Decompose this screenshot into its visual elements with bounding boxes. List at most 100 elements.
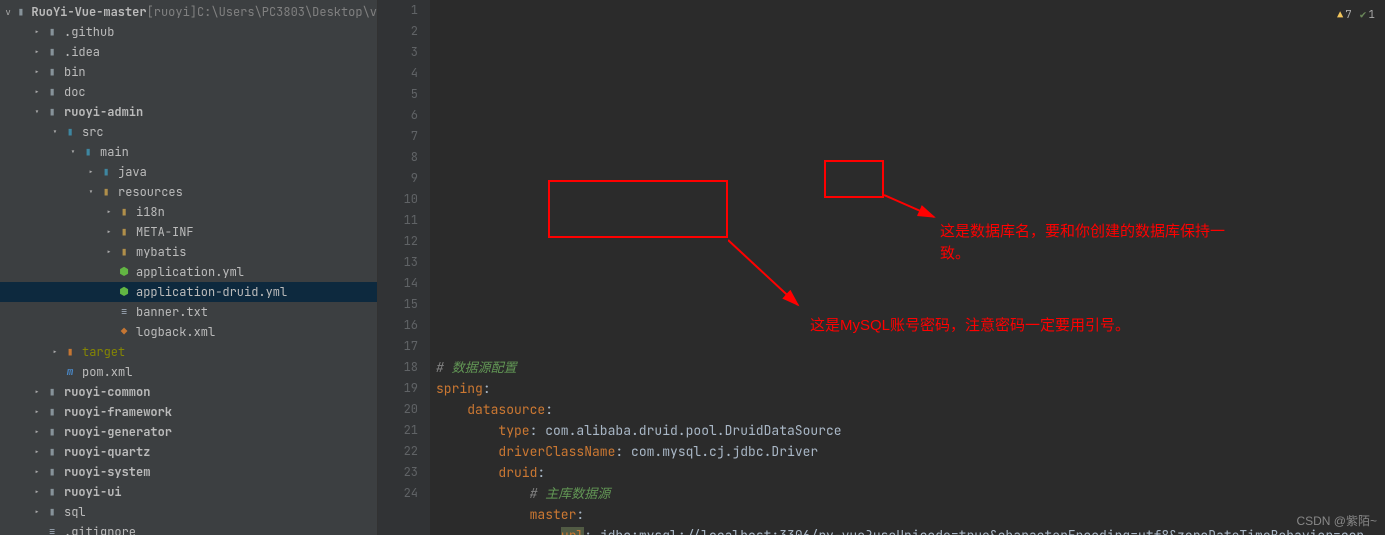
resource-folder-icon: ▮ [98,184,114,200]
arrow-dbname [884,185,944,225]
module-icon: ▮ [44,424,60,440]
tree-item-label: ruoyi-common [64,384,150,400]
xml-file-icon: ◆ [116,324,132,340]
tree-item[interactable]: ▸▮ruoyi-generator [0,422,377,442]
line-number: 1 [378,0,418,21]
line-number: 17 [378,336,418,357]
caret-icon: ▾ [86,186,96,198]
code-line[interactable]: # 主库数据源 [436,483,1385,504]
tree-item[interactable]: ▸▮.idea [0,42,377,62]
tree-item-label: resources [118,184,183,200]
caret-icon: ▸ [86,166,96,178]
tree-item[interactable]: ▾▮main [0,142,377,162]
typo-count[interactable]: 1 [1360,5,1375,26]
module-icon: ▮ [44,464,60,480]
editor-pane: 123456789101112131415161718192021222324 … [378,0,1385,535]
tree-item[interactable]: ▸▮ruoyi-quartz [0,442,377,462]
caret-icon: ▸ [32,386,42,398]
code-area[interactable]: 7 1 这是数据库名，要和你创建的数据库保持一 致。 这是MySQL账号密码，注… [430,0,1385,535]
tree-item-label: ruoyi-framework [64,404,172,420]
source-folder-icon: ▮ [80,144,96,160]
line-number: 5 [378,84,418,105]
caret-icon: ▾ [50,126,60,138]
code-line[interactable]: datasource: [436,399,1385,420]
code-line[interactable]: druid: [436,462,1385,483]
tree-item-label: .idea [64,44,100,60]
line-gutter: 123456789101112131415161718192021222324 [378,0,430,535]
line-number: 22 [378,441,418,462]
tree-item[interactable]: ▸▮mybatis [0,242,377,262]
line-number: 7 [378,126,418,147]
code-line[interactable]: url: jdbc:mysql://localhost:3306/ry-vue?… [436,525,1385,535]
caret-icon: ▸ [104,206,114,218]
line-number: 13 [378,252,418,273]
folder-icon: ▮ [44,24,60,40]
tree-item[interactable]: ≡banner.txt [0,302,377,322]
folder-icon: ▮ [44,84,60,100]
tree-item[interactable]: ▸▮i18n [0,202,377,222]
tree-item[interactable]: ▾▮src [0,122,377,142]
tree-item[interactable]: ▸▮ruoyi-framework [0,402,377,422]
project-path: C:\Users\PC3803\Desktop\v [197,4,377,20]
tree-item-label: META-INF [136,224,194,240]
folder-icon: ▮ [44,44,60,60]
tree-item-label: application-druid.yml [136,284,287,300]
caret-icon: ▸ [32,26,42,38]
tree-item-label: src [82,124,104,140]
tree-item[interactable]: ▸▮doc [0,82,377,102]
caret-icon: ▸ [32,486,42,498]
project-tree[interactable]: v▮RuoYi-Vue-master [ruoyi] C:\Users\PC38… [0,0,377,535]
tree-item-label: bin [64,64,86,80]
tree-item[interactable]: ▸▮.github [0,22,377,42]
code-line[interactable]: driverClassName: com.mysql.cj.jdbc.Drive… [436,441,1385,462]
tree-item[interactable]: ▸▮target [0,342,377,362]
tree-item[interactable]: ▸▮ruoyi-ui [0,482,377,502]
tree-item[interactable]: ▾▮resources [0,182,377,202]
caret-icon: ▾ [32,106,42,118]
annotation-text-dbname-2: 致。 [940,244,970,264]
tree-item-label: .github [64,24,114,40]
tree-item[interactable]: ≡.gitignore [0,522,377,535]
code-line[interactable]: type: com.alibaba.druid.pool.DruidDataSo… [436,420,1385,441]
inspections-widget[interactable]: 7 1 [1337,4,1375,26]
code-line[interactable]: master: [436,504,1385,525]
tree-item-label: i18n [136,204,165,220]
tree-item[interactable]: ▾▮ruoyi-admin [0,102,377,122]
module-icon: ▮ [44,444,60,460]
tree-item[interactable]: ▸▮java [0,162,377,182]
module-icon: ▮ [14,4,27,20]
folder-icon: ▮ [44,504,60,520]
line-number: 18 [378,357,418,378]
resource-folder-icon: ▮ [116,204,132,220]
tree-item[interactable]: mpom.xml [0,362,377,382]
tree-item-label: main [100,144,129,160]
maven-file-icon: m [62,364,78,380]
module-icon: ▮ [44,384,60,400]
line-number: 11 [378,210,418,231]
tree-item[interactable]: ⬢application-druid.yml [0,282,377,302]
code-line[interactable]: spring: [436,378,1385,399]
tree-item-label: sql [64,504,86,520]
tree-item[interactable]: ▸▮bin [0,62,377,82]
tree-item[interactable]: ▸▮ruoyi-common [0,382,377,402]
line-number: 8 [378,147,418,168]
watermark: CSDN @紫陌~ [1296,512,1377,529]
tree-item[interactable]: ⬢application.yml [0,262,377,282]
tree-item-label: ruoyi-quartz [64,444,150,460]
caret-icon: ▸ [104,226,114,238]
yml-file-icon: ⬢ [116,284,132,300]
caret-icon: ▸ [50,346,60,358]
tree-item-label: banner.txt [136,304,208,320]
code-line[interactable]: # 数据源配置 [436,357,1385,378]
tree-item-label: application.yml [136,264,244,280]
tree-item[interactable]: ▸▮sql [0,502,377,522]
tree-item-label: ruoyi-admin [64,104,143,120]
project-tree-panel[interactable]: v▮RuoYi-Vue-master [ruoyi] C:\Users\PC38… [0,0,378,535]
tree-item[interactable]: ▸▮ruoyi-system [0,462,377,482]
tree-item-label: .gitignore [64,524,136,535]
line-number: 12 [378,231,418,252]
warning-count[interactable]: 7 [1337,4,1352,26]
tree-item[interactable]: ◆logback.xml [0,322,377,342]
tree-item[interactable]: ▸▮META-INF [0,222,377,242]
tree-root[interactable]: v▮RuoYi-Vue-master [ruoyi] C:\Users\PC38… [0,2,377,22]
